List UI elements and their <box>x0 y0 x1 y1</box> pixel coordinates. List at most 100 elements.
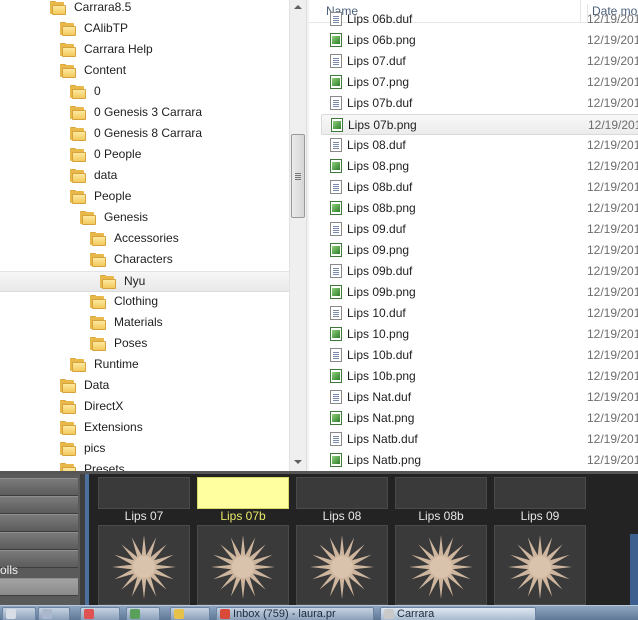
file-name: Lips 07b.png <box>348 118 417 132</box>
preset-thumbnail[interactable] <box>98 477 190 509</box>
tree-item[interactable]: data <box>0 166 289 187</box>
file-row[interactable]: Lips 08b.duf 12/19/201 <box>321 177 638 198</box>
file-row[interactable]: Lips 08.duf 12/19/201 <box>321 135 638 156</box>
scroll-up-icon[interactable] <box>294 5 302 9</box>
preset-thumbnail[interactable] <box>98 525 190 605</box>
file-row[interactable]: Lips Natb.duf 12/19/201 <box>321 429 638 450</box>
preset-thumbnail[interactable] <box>296 477 388 509</box>
file-name: Lips 08.png <box>347 159 410 173</box>
file-row[interactable]: Lips 10b.duf 12/19/201 <box>321 345 638 366</box>
preset-label[interactable]: Lips 08 <box>296 509 388 523</box>
tree-item-label: People <box>94 189 132 203</box>
preset-label[interactable]: Lips 07b <box>197 509 289 523</box>
taskbar-button[interactable] <box>38 607 70 620</box>
file-row[interactable]: Lips 09b.duf 12/19/201 <box>321 261 638 282</box>
taskbar-button[interactable] <box>80 607 120 620</box>
file-row[interactable]: Lips 07.duf 12/19/201 <box>321 51 638 72</box>
file-row[interactable]: Lips 10.png 12/19/201 <box>321 324 638 345</box>
file-row[interactable]: Lips 08.png 12/19/201 <box>321 156 638 177</box>
tree-item[interactable]: Poses <box>0 334 289 355</box>
preset-thumbnail[interactable] <box>494 525 586 605</box>
folder-icon <box>80 211 96 225</box>
app-icon <box>6 609 16 619</box>
folder-tree-scrollbar[interactable] <box>289 0 306 471</box>
side-tab[interactable] <box>0 578 78 596</box>
taskbar-button[interactable] <box>170 607 210 620</box>
side-tab[interactable] <box>0 496 78 514</box>
tree-item[interactable]: Data <box>0 376 289 397</box>
tree-item[interactable]: People <box>0 187 289 208</box>
file-row[interactable]: Lips 09.png 12/19/201 <box>321 240 638 261</box>
tree-item[interactable]: pics <box>0 439 289 460</box>
file-row[interactable]: Lips 06b.duf 12/19/201 <box>321 9 638 30</box>
app-icon <box>130 609 140 619</box>
preset-label[interactable]: Lips 09 <box>494 509 586 523</box>
file-row[interactable]: Lips Nat.duf 12/19/201 <box>321 387 638 408</box>
taskbar-button[interactable]: Carrara <box>380 607 536 620</box>
file-date-modified: 12/19/201 <box>587 75 638 89</box>
side-tab-label[interactable]: olls <box>0 563 18 577</box>
png-file-icon <box>330 243 342 257</box>
side-tab[interactable] <box>0 478 78 496</box>
side-tab[interactable] <box>0 514 78 532</box>
preset-label[interactable]: Lips 07 <box>98 509 190 523</box>
folder-icon <box>90 253 106 267</box>
side-tab[interactable] <box>0 532 78 550</box>
file-row[interactable]: Lips 07b.duf 12/19/201 <box>321 93 638 114</box>
tree-item[interactable]: Carrara Help <box>0 40 289 61</box>
tree-item[interactable]: 0 Genesis 8 Carrara <box>0 124 289 145</box>
tree-item[interactable]: 0 <box>0 82 289 103</box>
file-row[interactable]: Lips 09.duf 12/19/201 <box>321 219 638 240</box>
file-date-modified: 12/19/201 <box>587 327 638 341</box>
tree-item[interactable]: Runtime <box>0 355 289 376</box>
tree-item[interactable]: Characters <box>0 250 289 271</box>
tree-item[interactable]: Genesis <box>0 208 289 229</box>
file-row[interactable]: Lips 08b.png 12/19/201 <box>321 198 638 219</box>
tree-item[interactable]: Nyu <box>0 271 289 292</box>
tree-item[interactable]: DirectX <box>0 397 289 418</box>
preset-thumbnail[interactable] <box>296 525 388 605</box>
file-row[interactable]: Lips 06b.png 12/19/201 <box>321 30 638 51</box>
scroll-down-icon[interactable] <box>294 460 302 464</box>
preset-thumbnail[interactable] <box>395 477 487 509</box>
file-date-modified: 12/19/201 <box>587 369 638 383</box>
taskbar-button[interactable]: Inbox (759) - laura.pr <box>216 607 374 620</box>
tree-item-label: data <box>94 168 118 182</box>
file-row[interactable]: Lips 10.duf 12/19/201 <box>321 303 638 324</box>
preset-thumbnail[interactable] <box>197 477 289 509</box>
file-list[interactable]: Name Date mod Lips 06b.duf12/19/201Lips … <box>309 0 638 471</box>
folder-icon <box>70 358 86 372</box>
preset-thumbnail[interactable] <box>395 525 487 605</box>
file-row[interactable]: Lips 07b.png 12/19/201 <box>321 114 638 135</box>
folder-icon <box>60 22 76 36</box>
preset-thumbnail[interactable] <box>197 525 289 605</box>
file-name: Lips 07.duf <box>347 54 406 68</box>
taskbar-button[interactable] <box>2 607 36 620</box>
file-row[interactable]: Lips Nat.png 12/19/201 <box>321 408 638 429</box>
tree-item[interactable]: 0 People <box>0 145 289 166</box>
preset-thumbnail[interactable] <box>494 477 586 509</box>
scrollbar-thumb[interactable] <box>291 134 305 218</box>
tree-item[interactable]: Content <box>0 61 289 82</box>
tree-item-label: Extensions <box>84 420 143 434</box>
preset-label[interactable]: Lips 08b <box>395 509 487 523</box>
file-row[interactable]: Lips 07.png 12/19/201 <box>321 72 638 93</box>
tree-item[interactable]: Extensions <box>0 418 289 439</box>
taskbar-button[interactable] <box>126 607 160 620</box>
tree-item[interactable]: Carrara8.5 <box>0 0 289 19</box>
thumbnail-scrollbar[interactable] <box>630 534 638 605</box>
file-row[interactable]: Lips 09b.png 12/19/201 <box>321 282 638 303</box>
folder-tree[interactable]: Carrara8.5 CAlibTP Carrara Help Content 0 0 G… <box>0 0 289 471</box>
tree-item-label: Genesis <box>104 210 149 224</box>
tree-item[interactable]: CAlibTP <box>0 19 289 40</box>
tree-item[interactable]: Presets <box>0 460 289 471</box>
file-row[interactable]: Lips Natb.png 12/19/201 <box>321 450 638 471</box>
file-explorer-window: Carrara8.5 CAlibTP Carrara Help Content 0 0 G… <box>0 0 638 471</box>
tree-item[interactable]: 0 Genesis 3 Carrara <box>0 103 289 124</box>
tree-item[interactable]: Materials <box>0 313 289 334</box>
file-row[interactable]: Lips 10b.png 12/19/201 <box>321 366 638 387</box>
folder-icon <box>70 190 86 204</box>
tree-item[interactable]: Clothing <box>0 292 289 313</box>
tree-item-label: Nyu <box>124 274 146 288</box>
tree-item[interactable]: Accessories <box>0 229 289 250</box>
